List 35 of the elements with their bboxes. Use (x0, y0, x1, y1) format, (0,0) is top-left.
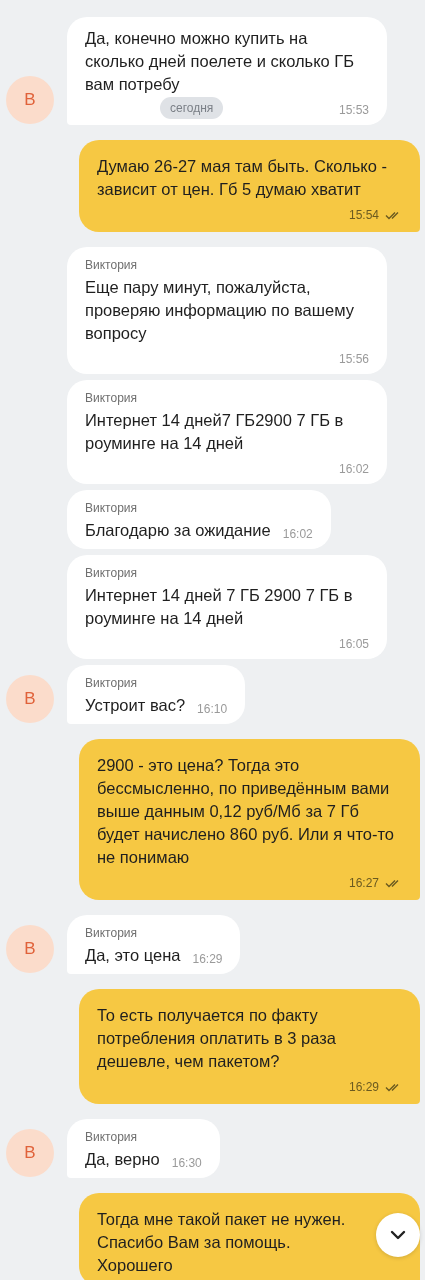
message-time: 16:10 (197, 701, 228, 717)
message-time: 15:56 (338, 351, 369, 367)
sender-name: Виктория (85, 390, 137, 406)
message-time: 15:53 (338, 102, 369, 118)
message-text: Тогда мне такой пакет не нужен. Спасибо Вам за помощь. Хорошего (97, 1209, 347, 1276)
avatar: В (6, 675, 54, 723)
date-badge: сегодня (160, 97, 224, 119)
message-time: 16:30 (171, 1155, 202, 1171)
message-text: Устроит вас? (85, 695, 186, 716)
message-time: 16:27 (348, 875, 379, 891)
sender-name: Виктория (85, 257, 137, 273)
message-time: 16:02 (282, 526, 313, 542)
message-text: То есть получается по факту потребления оплатить в 3 раза дешевле, чем пакетом? (97, 1005, 337, 1072)
message-text: Да, конечно можно купить на сколько дней поелете и сколько ГБ вам потребу (85, 28, 356, 95)
message-time: 16:05 (338, 636, 369, 652)
sender-name: Виктория (85, 500, 137, 516)
sender-name: Виктория (85, 565, 137, 581)
message-text: 2900 - это цена? Тогда это бессмысленно, по приведённым вами выше данным 0,12 руб/Мб за 7 Гб будет начислено 860 руб. Или я что-то не понимаю (97, 755, 395, 868)
message-text: Думаю 26-27 мая там быть. Сколько - зависит от цен. Гб 5 думаю хватит (97, 156, 389, 200)
avatar: В (6, 925, 54, 973)
sender-name: Виктория (85, 675, 137, 691)
message-time: 16:29 (192, 951, 223, 967)
message-text: Еще пару минут, пожалуйста, проверяю информацию по вашему вопросу (85, 277, 355, 344)
sender-name: Виктория (85, 1129, 137, 1145)
message-time: 16:29 (348, 1079, 379, 1095)
message-text: Да, это цена (85, 945, 181, 966)
avatar: В (6, 76, 54, 124)
message-text: Интернет 14 дней 7 ГБ 2900 7 ГБ в роуминге на 14 дней (85, 585, 354, 629)
avatar: В (6, 1129, 54, 1177)
sender-name: Виктория (85, 925, 137, 941)
message-text: Благодарю за ожидание (85, 520, 271, 541)
message-text: Интернет 14 дней7 ГБ2900 7 ГБ в роуминге на 14 дней (85, 410, 345, 454)
message-time: 15:54 (348, 207, 379, 223)
message-time: 16:02 (338, 461, 369, 477)
message-text: Да, верно (85, 1149, 160, 1170)
